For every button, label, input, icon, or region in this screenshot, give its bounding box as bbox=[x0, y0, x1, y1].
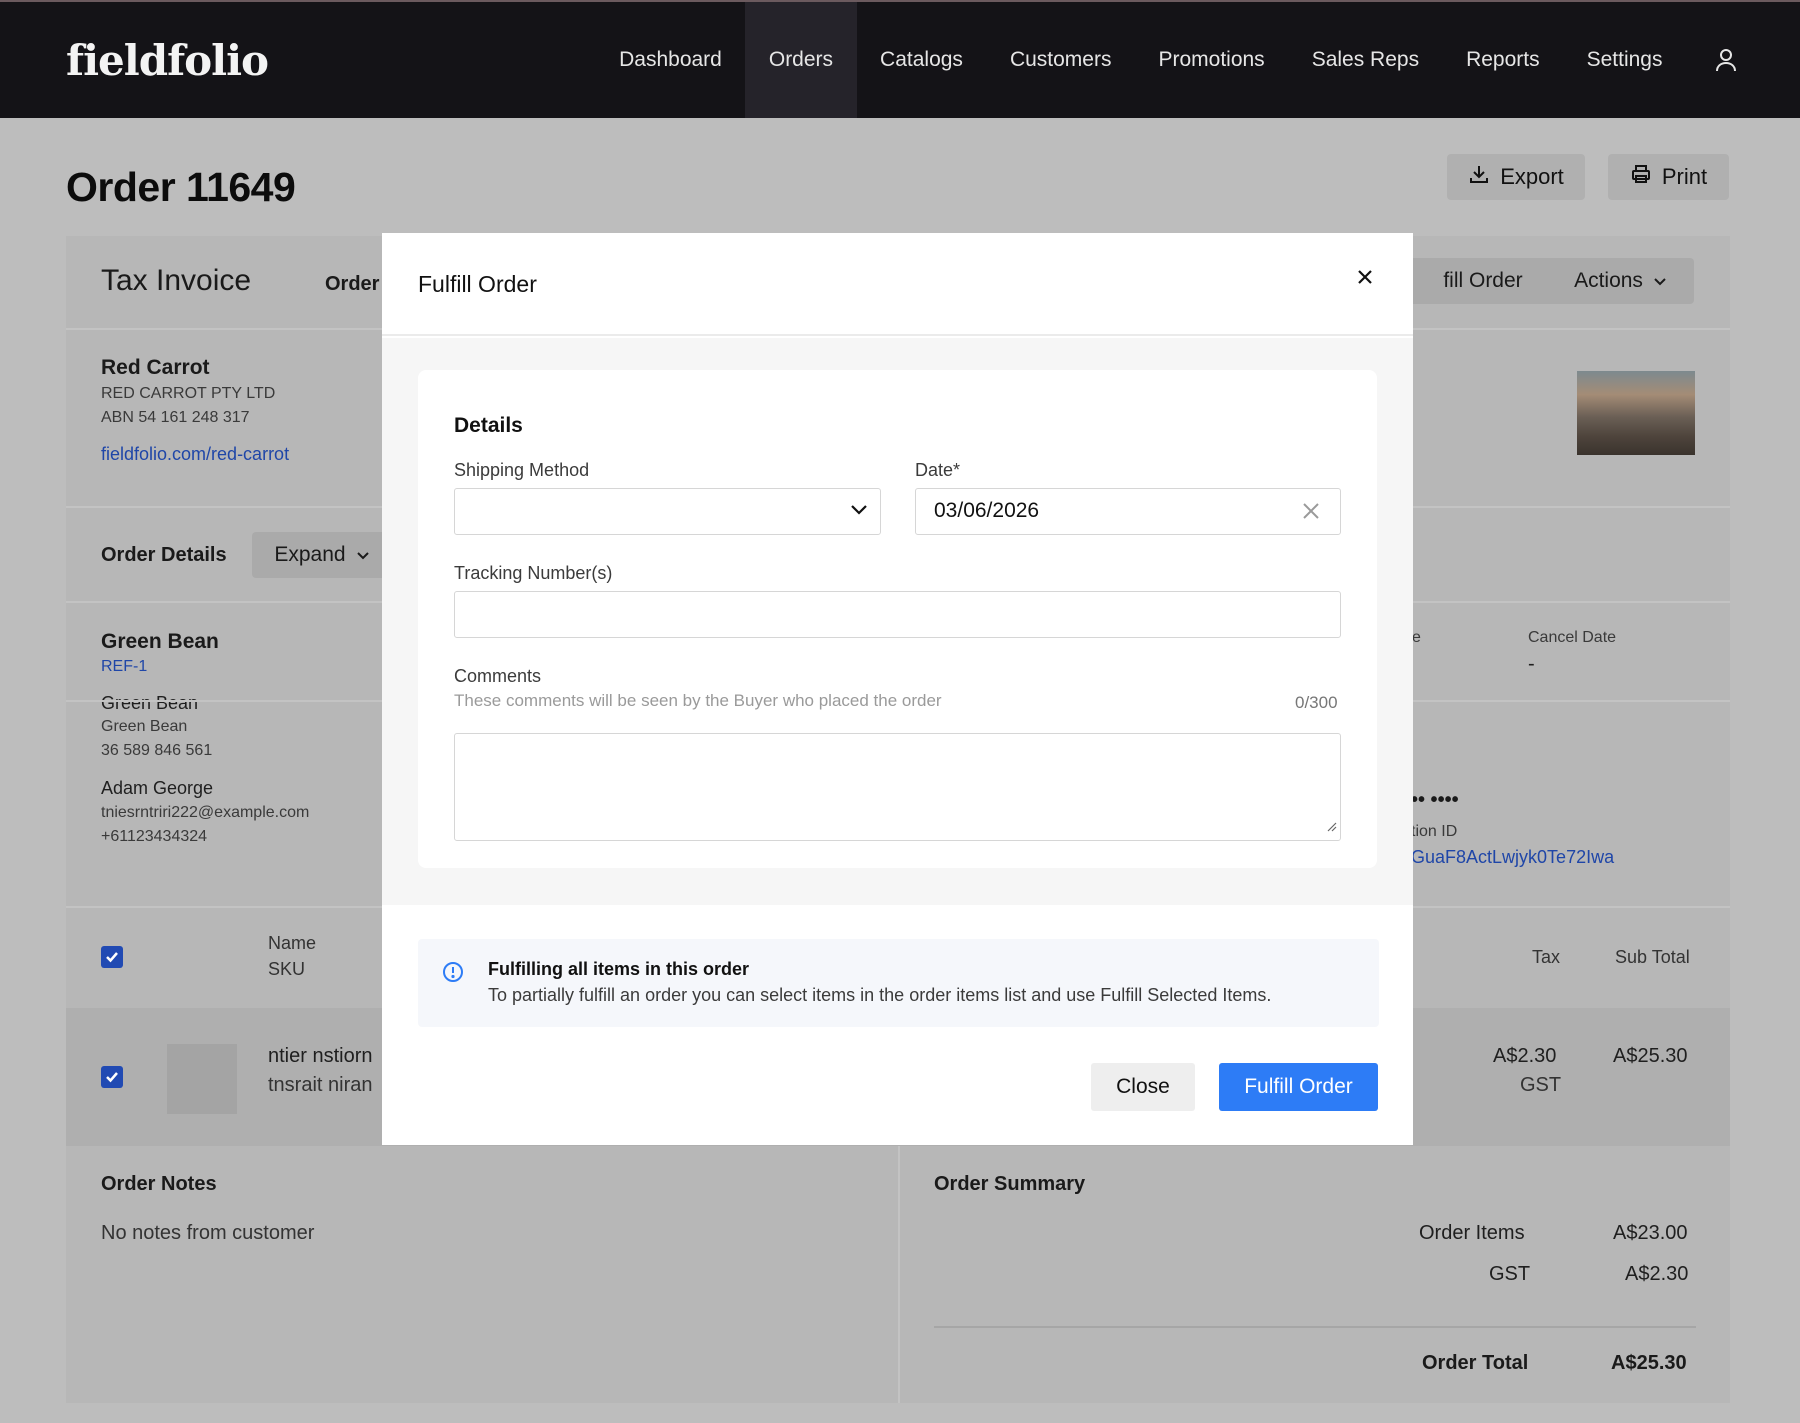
nav-item-reports[interactable]: Reports bbox=[1443, 2, 1564, 118]
printer-icon bbox=[1630, 163, 1652, 191]
buyer-name: Green Bean bbox=[101, 630, 219, 653]
expand-button[interactable]: Expand bbox=[252, 532, 392, 578]
nav-item-customers[interactable]: Customers bbox=[986, 2, 1135, 118]
expand-label: Expand bbox=[274, 543, 346, 566]
chevron-down-icon bbox=[1653, 269, 1667, 293]
transaction-id-label: tion ID bbox=[1411, 823, 1458, 840]
chevron-down-icon bbox=[356, 543, 370, 567]
order-summary-title: Order Summary bbox=[934, 1173, 1086, 1195]
fulfill-order-button[interactable]: Fulfill Order bbox=[1219, 1063, 1378, 1111]
tax-column-header: Tax bbox=[1532, 947, 1561, 967]
buyer-ref[interactable]: REF-1 bbox=[101, 658, 147, 676]
transaction-id-value[interactable]: GuaF8ActLwjyk0Te72Iwa bbox=[1411, 847, 1614, 868]
download-icon bbox=[1468, 163, 1490, 191]
date-label: Date* bbox=[915, 460, 961, 480]
buyer-phone: +61123434324 bbox=[101, 828, 208, 845]
seller-abn: ABN 54 161 248 317 bbox=[101, 409, 250, 426]
clear-date-icon[interactable] bbox=[1302, 502, 1320, 525]
order-total-value: A$25.30 bbox=[1611, 1352, 1687, 1374]
top-nav: fieldfolio Dashboard Orders Catalogs Cus… bbox=[0, 0, 1800, 118]
print-label: Print bbox=[1661, 164, 1708, 189]
buyer-abn: 36 589 846 561 bbox=[101, 742, 213, 759]
tracking-number-label: Tracking Number(s) bbox=[454, 563, 613, 583]
row-subtotal: A$25.30 bbox=[1613, 1045, 1688, 1067]
order-items-label: Order Items bbox=[1419, 1222, 1525, 1244]
cancel-date-label: Cancel Date bbox=[1528, 629, 1617, 646]
close-button[interactable]: Close bbox=[1091, 1063, 1195, 1111]
summary-divider bbox=[934, 1326, 1696, 1328]
gst-label: GST bbox=[1489, 1263, 1531, 1285]
order-details-label: Order Details bbox=[101, 544, 227, 566]
seller-legal-name: RED CARROT PTY LTD bbox=[101, 385, 276, 402]
nav-item-dashboard[interactable]: Dashboard bbox=[596, 2, 746, 118]
nav-item-sales-reps[interactable]: Sales Reps bbox=[1288, 2, 1442, 118]
row-checkbox[interactable] bbox=[101, 1066, 123, 1088]
export-button[interactable]: Export bbox=[1447, 154, 1585, 200]
nav-item-promotions[interactable]: Promotions bbox=[1135, 2, 1288, 118]
seller-name: Red Carrot bbox=[101, 356, 210, 379]
modal-title: Fulfill Order bbox=[418, 271, 537, 297]
order-notes-text: No notes from customer bbox=[101, 1222, 315, 1244]
buyer-company: Green Bean bbox=[101, 693, 199, 713]
row-tax-type: GST bbox=[1520, 1074, 1562, 1096]
subtotal-column-header: Sub Total bbox=[1615, 947, 1690, 967]
actions-dropdown[interactable]: Actions bbox=[1547, 258, 1694, 304]
date-value: 03/06/2026 bbox=[934, 499, 1040, 522]
comments-textarea[interactable] bbox=[454, 733, 1341, 841]
fulfill-order-button-bg[interactable]: fill Order bbox=[1408, 258, 1558, 304]
order-items-value: A$23.00 bbox=[1613, 1222, 1688, 1244]
nav-item-catalogs[interactable]: Catalogs bbox=[857, 2, 987, 118]
details-panel: Details Shipping Method Date* 03/06/2026… bbox=[418, 370, 1377, 868]
comments-char-count: 0/300 bbox=[1295, 693, 1338, 712]
modal-body: Details Shipping Method Date* 03/06/2026… bbox=[382, 338, 1413, 905]
shipping-method-select[interactable] bbox=[454, 488, 881, 535]
info-icon bbox=[442, 961, 464, 988]
order-total-label: Order Total bbox=[1422, 1352, 1529, 1374]
resize-handle-icon[interactable] bbox=[1327, 819, 1337, 837]
shipping-method-label: Shipping Method bbox=[454, 460, 590, 480]
order-tab[interactable]: Order bbox=[325, 273, 379, 296]
seller-image bbox=[1577, 371, 1695, 455]
details-title: Details bbox=[454, 414, 523, 437]
date-label-partial: e bbox=[1412, 629, 1421, 646]
export-label: Export bbox=[1500, 164, 1564, 189]
masked-card-number: •• •••• bbox=[1411, 789, 1459, 811]
close-icon[interactable] bbox=[1351, 263, 1379, 291]
comments-label: Comments bbox=[454, 666, 542, 686]
invoice-title: Tax Invoice bbox=[101, 264, 252, 297]
actions-label: Actions bbox=[1574, 269, 1643, 292]
sku-column-header: SKU bbox=[268, 959, 306, 979]
order-notes-title: Order Notes bbox=[101, 1173, 217, 1195]
user-icon[interactable] bbox=[1686, 2, 1738, 118]
date-field[interactable]: 03/06/2026 bbox=[915, 488, 1341, 535]
row-tax: A$2.30 bbox=[1493, 1045, 1557, 1067]
page-title: Order 11649 bbox=[66, 164, 296, 210]
product-name: ntier nstiorn bbox=[268, 1045, 373, 1067]
name-column-header: Name bbox=[268, 933, 317, 953]
cancel-date-value: - bbox=[1528, 653, 1535, 675]
tracking-number-input[interactable] bbox=[454, 591, 1341, 638]
info-title: Fulfilling all items in this order bbox=[488, 959, 750, 979]
chevron-down-icon bbox=[850, 503, 868, 521]
nav-item-orders[interactable]: Orders bbox=[745, 2, 857, 118]
nav-menu: Dashboard Orders Catalogs Customers Prom… bbox=[596, 2, 1738, 118]
buyer-contact: Adam George bbox=[101, 778, 214, 798]
nav-item-settings[interactable]: Settings bbox=[1563, 2, 1686, 118]
brand-logo[interactable]: fieldfolio bbox=[66, 36, 269, 85]
select-all-checkbox[interactable] bbox=[101, 946, 123, 968]
fulfill-order-modal: Fulfill Order Details Shipping Method Da… bbox=[382, 233, 1413, 1145]
modal-header: Fulfill Order bbox=[382, 233, 1413, 336]
column-divider bbox=[898, 1146, 900, 1403]
gst-value: A$2.30 bbox=[1625, 1263, 1689, 1285]
product-thumbnail bbox=[167, 1044, 237, 1114]
buyer-email: tniesrntriri222@example.com bbox=[101, 804, 310, 821]
product-sku: tnsrait niran bbox=[268, 1074, 373, 1096]
info-text: To partially fulfill an order you can se… bbox=[488, 985, 1272, 1005]
buyer-company-sub: Green Bean bbox=[101, 718, 188, 735]
info-banner: Fulfilling all items in this order To pa… bbox=[418, 939, 1379, 1027]
print-button[interactable]: Print bbox=[1608, 154, 1729, 200]
comments-hint: These comments will be seen by the Buyer… bbox=[454, 691, 942, 710]
seller-link[interactable]: fieldfolio.com/red-carrot bbox=[101, 444, 289, 465]
